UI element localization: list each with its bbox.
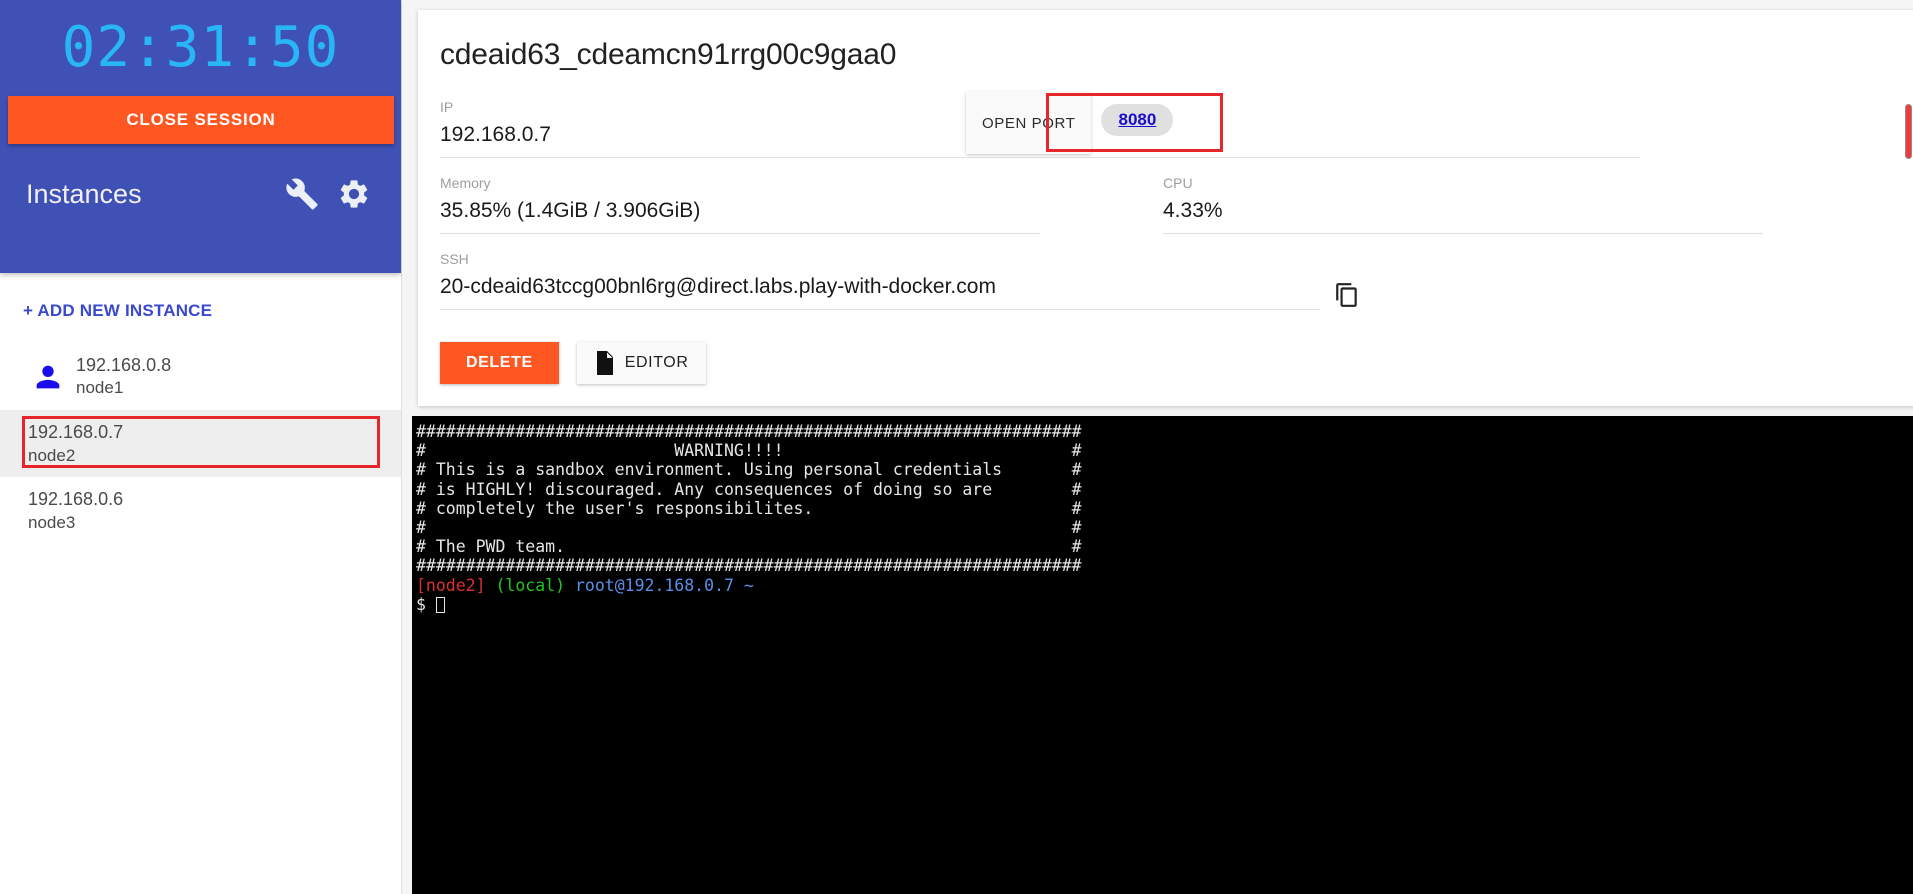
instances-header: Instances	[0, 144, 401, 244]
person-icon	[20, 360, 76, 394]
prompt-host: [node2]	[416, 575, 486, 595]
list-item[interactable]: 192.168.0.6 node3	[0, 477, 401, 545]
memory-label: Memory	[440, 175, 491, 191]
instance-name: node1	[76, 378, 124, 398]
cpu-field: CPU 4.33%	[1163, 174, 1763, 238]
memory-field: Memory 35.85% (1.4GiB / 3.906GiB)	[440, 174, 1040, 238]
play-with-docker-app: 02:31:50 CLOSE SESSION Instances + ADD N…	[0, 0, 1913, 894]
terminal-line: # The PWD team. #	[416, 537, 1082, 557]
port-chip-8080[interactable]: 8080	[1101, 104, 1174, 136]
delete-button[interactable]: DELETE	[440, 342, 559, 384]
prompt-user: root@192.168.0.7 ~	[574, 575, 754, 595]
terminal-line: ########################################…	[416, 556, 1082, 576]
ssh-field: SSH 20-cdeaid63tccg00bnl6rg@direct.labs.…	[440, 250, 1320, 314]
sidebar-header: 02:31:50 CLOSE SESSION Instances	[0, 0, 401, 273]
sidebar: 02:31:50 CLOSE SESSION Instances + ADD N…	[0, 0, 402, 894]
page-scrollbar-track[interactable]	[1903, 0, 1913, 894]
wrench-icon[interactable]	[285, 177, 319, 211]
field-row-stats: Memory 35.85% (1.4GiB / 3.906GiB) CPU 4.…	[440, 174, 1889, 238]
main-content: cdeaid63_cdeamcn91rrg00c9gaa0 IP 192.168…	[402, 0, 1913, 894]
page-scrollbar-thumb[interactable]	[1905, 104, 1912, 159]
session-timer: 02:31:50	[61, 15, 340, 80]
ssh-label: SSH	[440, 251, 469, 267]
terminal-line: # WARNING!!!! #	[416, 441, 1082, 461]
ssh-value: 20-cdeaid63tccg00bnl6rg@direct.labs.play…	[440, 274, 1320, 310]
terminal-line: # This is a sandbox environment. Using p…	[416, 460, 1082, 480]
instance-name: node3	[28, 512, 76, 532]
open-port-group: OPEN PORT 8080	[966, 92, 1174, 154]
port-chip-area: 8080	[1101, 92, 1174, 136]
terminal[interactable]: ########################################…	[412, 416, 1913, 894]
cpu-value: 4.33%	[1163, 198, 1763, 234]
instance-name: node2	[28, 445, 76, 465]
instance-list: 192.168.0.8 node1 192.168.0.7 node2 192.…	[0, 343, 401, 545]
prompt-symbol: $	[416, 594, 426, 614]
memory-value: 35.85% (1.4GiB / 3.906GiB)	[440, 198, 1040, 234]
page-title: cdeaid63_cdeamcn91rrg00c9gaa0	[440, 38, 897, 71]
instance-detail-card: cdeaid63_cdeamcn91rrg00c9gaa0 IP 192.168…	[418, 10, 1913, 406]
instances-title: Instances	[26, 178, 142, 209]
list-item[interactable]: 192.168.0.7 node2	[0, 410, 401, 478]
add-new-instance-button[interactable]: + ADD NEW INSTANCE	[0, 273, 401, 343]
ip-label: IP	[440, 99, 454, 115]
copy-icon[interactable]	[1334, 282, 1360, 308]
editor-button[interactable]: EDITOR	[576, 342, 707, 384]
document-icon	[596, 351, 613, 375]
instance-ip: 192.168.0.6	[28, 489, 124, 510]
field-row-ssh: SSH 20-cdeaid63tccg00bnl6rg@direct.labs.…	[440, 250, 1889, 314]
cpu-label: CPU	[1163, 175, 1193, 191]
open-port-button[interactable]: OPEN PORT	[966, 92, 1092, 154]
action-button-row: DELETE EDITOR	[440, 342, 1889, 384]
instance-ip: 192.168.0.8	[76, 355, 172, 375]
gear-icon[interactable]	[337, 177, 371, 211]
close-session-button[interactable]: CLOSE SESSION	[8, 96, 394, 144]
prompt-scope: (local)	[495, 575, 566, 595]
terminal-prompt-line: [node2] (local) root@192.168.0.7 ~	[416, 576, 1913, 595]
editor-button-label: EDITOR	[624, 354, 689, 371]
terminal-line: # is HIGHLY! discouraged. Any consequenc…	[416, 479, 1082, 499]
terminal-line: ########################################…	[416, 422, 1082, 441]
ip-field: IP 192.168.0.7	[440, 98, 1040, 162]
ip-value: 192.168.0.7	[440, 122, 1040, 158]
list-item[interactable]: 192.168.0.8 node1	[0, 343, 401, 411]
terminal-cursor	[435, 596, 445, 613]
terminal-line: # #	[416, 518, 1082, 538]
terminal-line: # completely the user's responsibilites.…	[416, 498, 1082, 518]
instance-ip: 192.168.0.7	[28, 422, 124, 443]
terminal-input-line[interactable]: $	[416, 595, 1913, 614]
